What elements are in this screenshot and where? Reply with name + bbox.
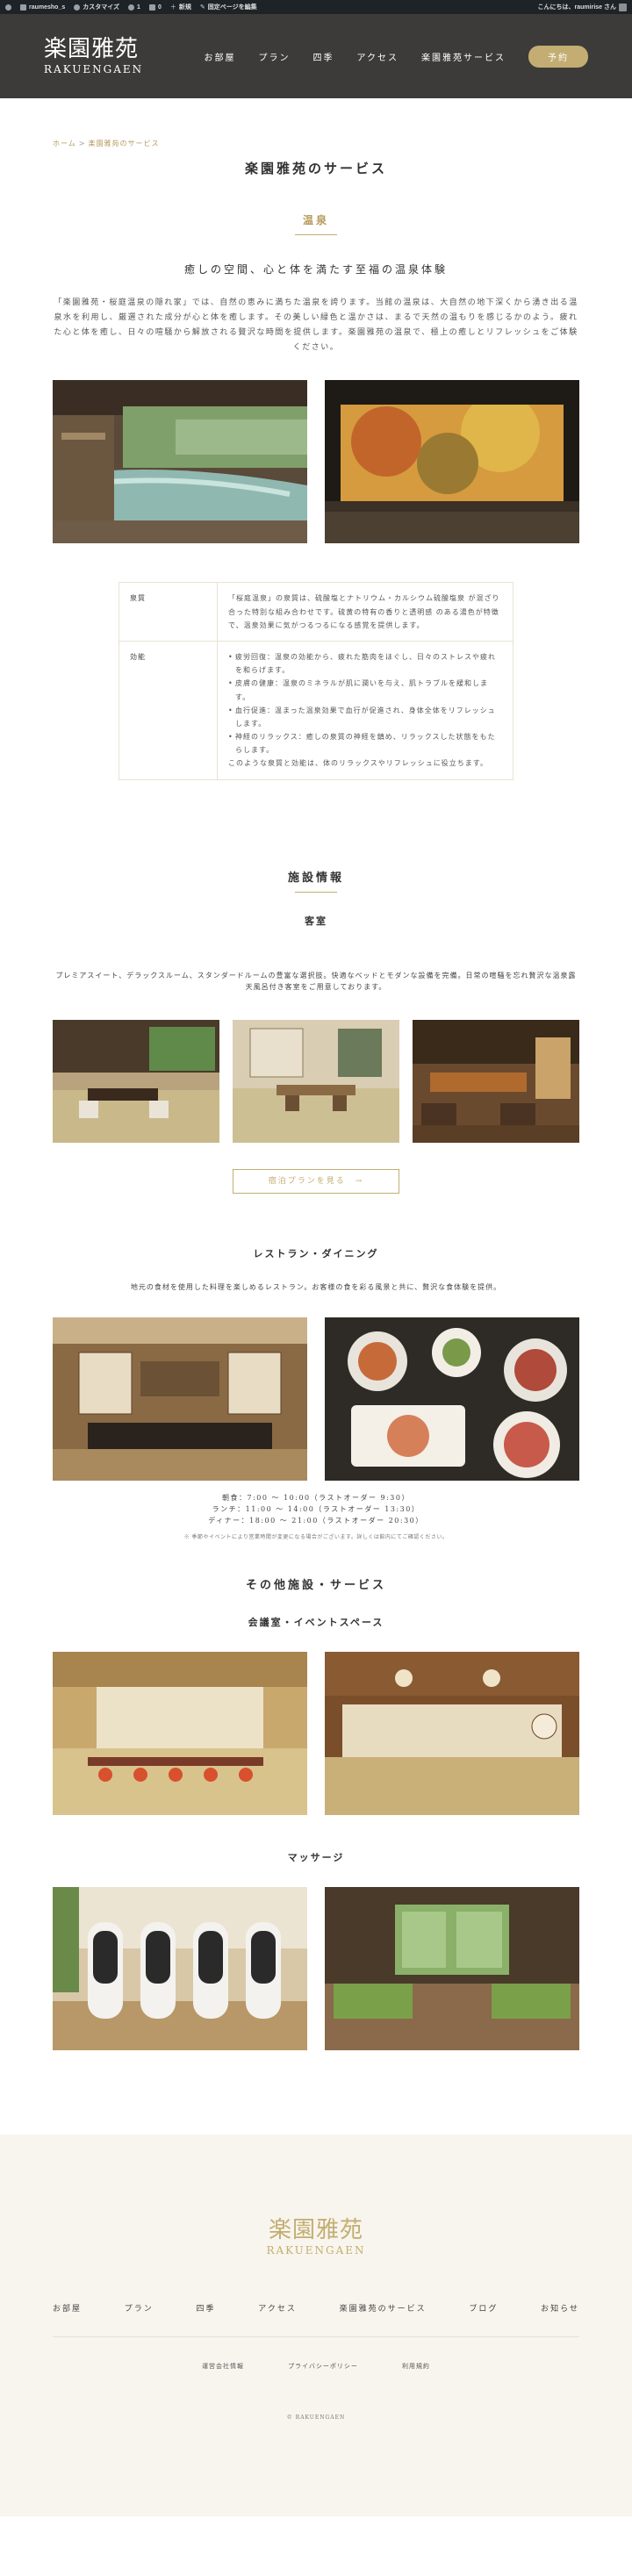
footer-nav-access[interactable]: アクセス [258,2302,297,2314]
footer-nav-rooms[interactable]: お部屋 [53,2302,82,2314]
restaurant-hours: 朝食：7:00 〜 10:00（ラストオーダー 9:30） ランチ：11:00 … [208,1494,424,1525]
onsen-spec-table: 泉質 「桜庭温泉」の泉質は、硫酸塩とナトリウム・カルシウム硫酸塩泉 が混ざり合っ… [118,582,514,780]
massage-photo-beds [325,1886,579,2050]
room-photo-1 [53,1019,219,1143]
admin-comments[interactable]: 0 [148,4,162,11]
wp-logo-icon[interactable] [5,4,11,11]
avatar [619,3,627,11]
list-item: 皮膚の健康：温泉のミネラルが肌に潤いを与え、肌トラブルを緩和します。 [228,677,502,703]
onsen-photo-autumn-view [325,380,579,544]
admin-edit-link[interactable]: ✎ 固定ページを編集 [200,3,257,11]
spec-closing: このような泉質と効能は、体のリラックスやリフレッシュに役立ちます。 [228,759,488,768]
nav-rooms[interactable]: お部屋 [205,50,236,63]
footer-nav-blog[interactable]: ブログ [469,2302,498,2314]
footer-company-link[interactable]: 運営会社情報 [202,2362,244,2371]
facilities-title: 施設情報 [287,871,344,885]
copyright: © RAKUENGAEN [286,2414,346,2421]
onsen-photo-outdoor-bath [53,380,307,544]
nav-services[interactable]: 楽園雅苑サービス [421,50,506,63]
footer-nav-seasons[interactable]: 四季 [197,2302,216,2314]
list-item: 血行促進：温まった温泉効果で血行が促進され、身体全体をリフレッシュします。 [228,704,502,730]
reserve-button[interactable]: 予約 [528,45,588,68]
main-nav: お部屋 プラン 四季 アクセス 楽園雅苑サービス 予約 [205,45,588,68]
admin-greeting[interactable]: こんにちは、raumirise さん [538,3,627,11]
spec-head-effects: 効能 [119,641,218,779]
room-photo-3 [413,1019,579,1143]
rooms-note: プレミアスイート、デラックスルーム、スタンダードルームの豊富な選択肢。快適なベッ… [55,971,577,992]
footer-nav-news[interactable]: お知らせ [541,2302,579,2314]
restaurant-disclaimer: ※ 季節やイベントにより営業時間が変更になる場合がございます。詳しくは館内にてご… [183,1533,449,1540]
onsen-tagline: 癒しの空間、心と体を満たす至福の温泉体験 [183,263,448,276]
meeting-photo-2 [325,1651,579,1815]
admin-bar: raumesho_s カスタマイズ 1 0 ＋新規 ✎ 固定ページを編集 こんにち… [0,0,632,14]
main-content: ホーム > 楽園雅苑のサービス 楽園雅苑のサービス 温泉 癒しの空間、心と体を満たす… [53,139,579,2050]
site-header: 楽園雅苑 RAKUENGAEN お部屋 プラン 四季 アクセス 楽園雅苑サービス… [0,14,632,98]
restaurant-photo-dining [53,1317,307,1482]
footer-privacy-link[interactable]: プライバシーポリシー [288,2362,358,2371]
onsen-lead: 「楽園雅苑・桜庭温泉の隠れ家」では、自然の恵みに満ちた温泉を誇ります。当館の温泉… [54,298,578,353]
meeting-photo-1 [53,1651,307,1815]
rooms-title: 客室 [305,915,327,927]
admin-site-link[interactable]: raumesho_s [20,4,65,11]
breadcrumb-current: 楽園雅苑のサービス [88,140,160,147]
footer-nav: お部屋 プラン 四季 アクセス 楽園雅苑のサービス ブログ お知らせ [53,2302,579,2337]
nav-plans[interactable]: プラン [259,50,291,63]
restaurant-photo-cuisine [325,1317,579,1482]
spec-head-quality: 泉質 [119,583,218,641]
breadcrumb: ホーム > 楽園雅苑のサービス [53,140,160,147]
table-row: 効能 疲労回復：温泉の効能から、疲れた筋肉をほぐし、日々のストレスや疲れを和らげ… [119,641,513,779]
site-logo[interactable]: 楽園雅苑 RAKUENGAEN [44,38,143,75]
view-plans-button[interactable]: 宿泊プランを見る → [233,1168,399,1194]
onsen-title: 温泉 [302,214,329,226]
massage-photo-chairs [53,1886,307,2050]
title-divider [295,891,337,893]
room-photo-2 [233,1019,399,1143]
nav-access[interactable]: アクセス [357,50,399,63]
footer-nav-plans[interactable]: プラン [125,2302,154,2314]
footer-logo[interactable]: 楽園雅苑 RAKUENGAEN [0,2219,632,2257]
breadcrumb-home[interactable]: ホーム [53,140,76,147]
restaurant-note: 地元の食材を使用した料理を楽しめるレストラン。お客様の食を彩る風景と共に、贅沢な… [130,1282,502,1291]
admin-new-link[interactable]: ＋新規 [170,3,191,11]
site-footer: 楽園雅苑 RAKUENGAEN お部屋 プラン 四季 アクセス 楽園雅苑のサービ… [0,2134,632,2516]
massage-title: マッサージ [287,1851,345,1863]
list-item: 神経のリラックス：癒しの泉質の神経を鎮め、リラックスした状態をもたらします。 [228,730,502,757]
meeting-title: 会議室・イベントスペース [248,1616,384,1628]
admin-updates[interactable]: 1 [128,4,140,11]
spec-body-quality: 「桜庭温泉」の泉質は、硫酸塩とナトリウム・カルシウム硫酸塩泉 が混ざり合った特別… [228,594,500,629]
list-item: 疲労回復：温泉の効能から、疲れた筋肉をほぐし、日々のストレスや疲れを和らげます。 [228,650,502,677]
nav-seasons[interactable]: 四季 [313,50,334,63]
admin-customize-link[interactable]: カスタマイズ [74,3,119,11]
page-title: 楽園雅苑のサービス [244,161,387,176]
title-divider [295,234,337,235]
table-row: 泉質 「桜庭温泉」の泉質は、硫酸塩とナトリウム・カルシウム硫酸塩泉 が混ざり合っ… [119,583,513,642]
spec-body-effects: 疲労回復：温泉の効能から、疲れた筋肉をほぐし、日々のストレスや疲れを和らげます。… [218,642,513,779]
footer-terms-link[interactable]: 利用規約 [402,2362,430,2371]
other-title: その他施設・サービス [245,1578,386,1592]
footer-sub-links: 運営会社情報 プライバシーポリシー 利用規約 [0,2362,632,2371]
footer-nav-services[interactable]: 楽園雅苑のサービス [340,2302,427,2314]
restaurant-title: レストラン・ダイニング [253,1247,379,1259]
